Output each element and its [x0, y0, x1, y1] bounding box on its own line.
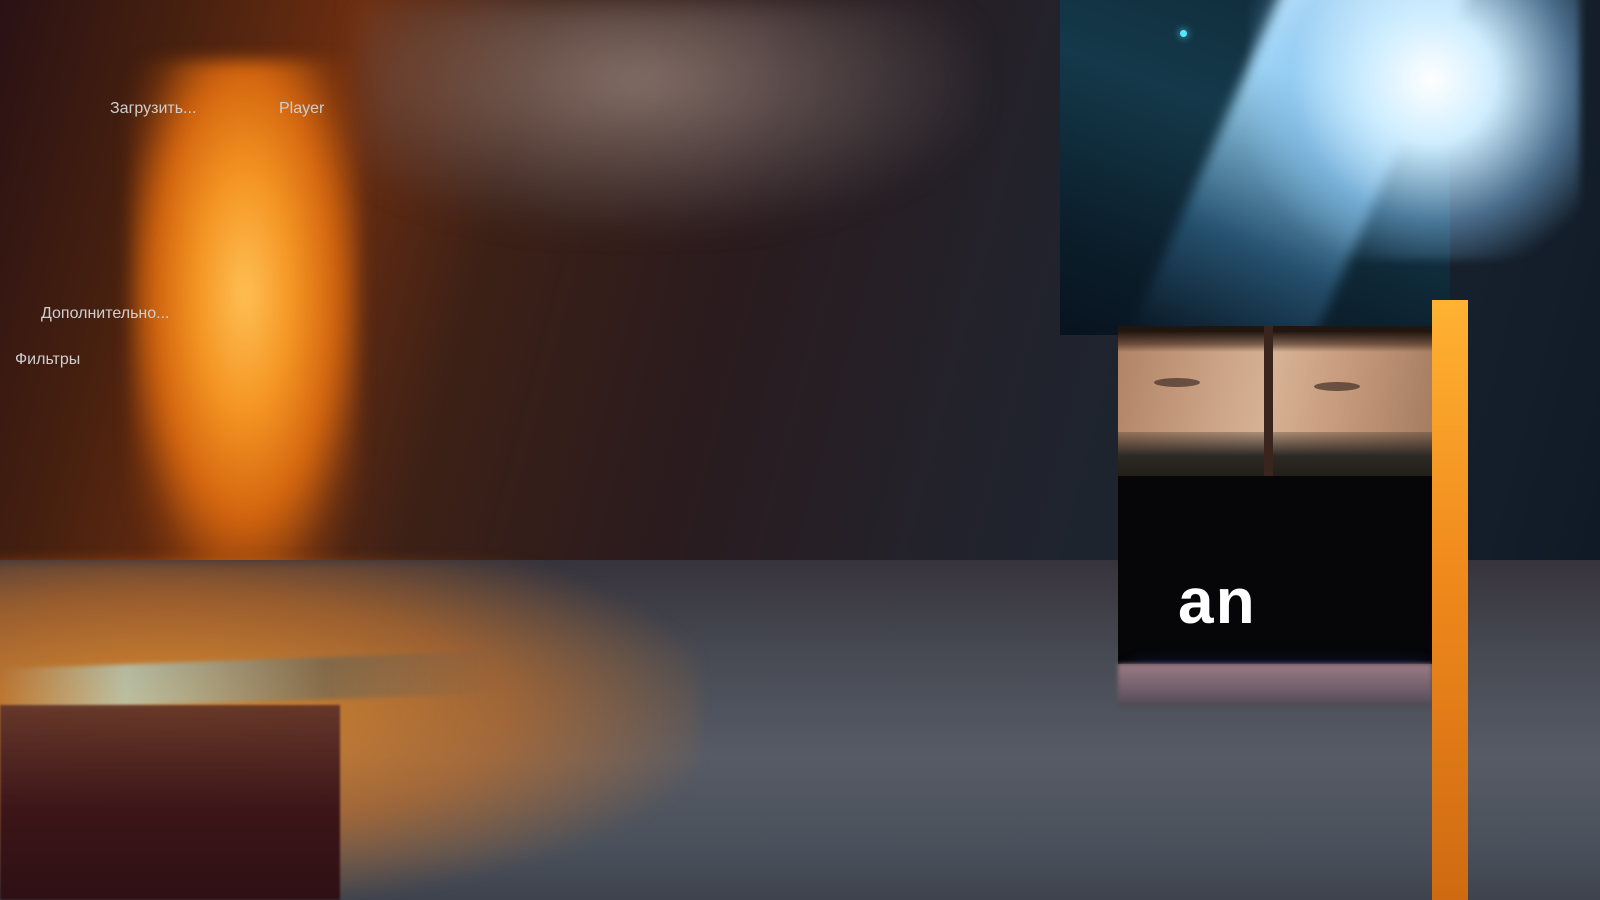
monitor-divider	[1264, 326, 1273, 476]
upload-avatar-button[interactable]: Загрузить...	[110, 100, 193, 123]
background-below-screen	[1118, 664, 1432, 706]
background-orange-pillar	[1432, 300, 1468, 900]
face-eye	[1314, 382, 1360, 391]
player-name-value: Player	[279, 100, 324, 117]
background-left-floor	[0, 705, 340, 900]
face-eye	[1154, 378, 1200, 387]
background-monitor: an	[1118, 326, 1432, 664]
cs-game-screen: { "menu": { "featured": "Случайный серве…	[0, 0, 1600, 900]
filters-button[interactable]: Фильтры	[15, 351, 120, 374]
background-light-dot	[1180, 30, 1187, 37]
monitor-caption-text: an	[1178, 564, 1257, 638]
player-name-input[interactable]: Player	[279, 100, 475, 123]
face-beard	[1118, 432, 1432, 476]
background-light-flare	[1250, 0, 1580, 260]
monitor-desk-area	[1118, 476, 1432, 664]
face-hair	[1118, 326, 1432, 352]
advanced-button[interactable]: Дополнительно...	[41, 305, 161, 329]
